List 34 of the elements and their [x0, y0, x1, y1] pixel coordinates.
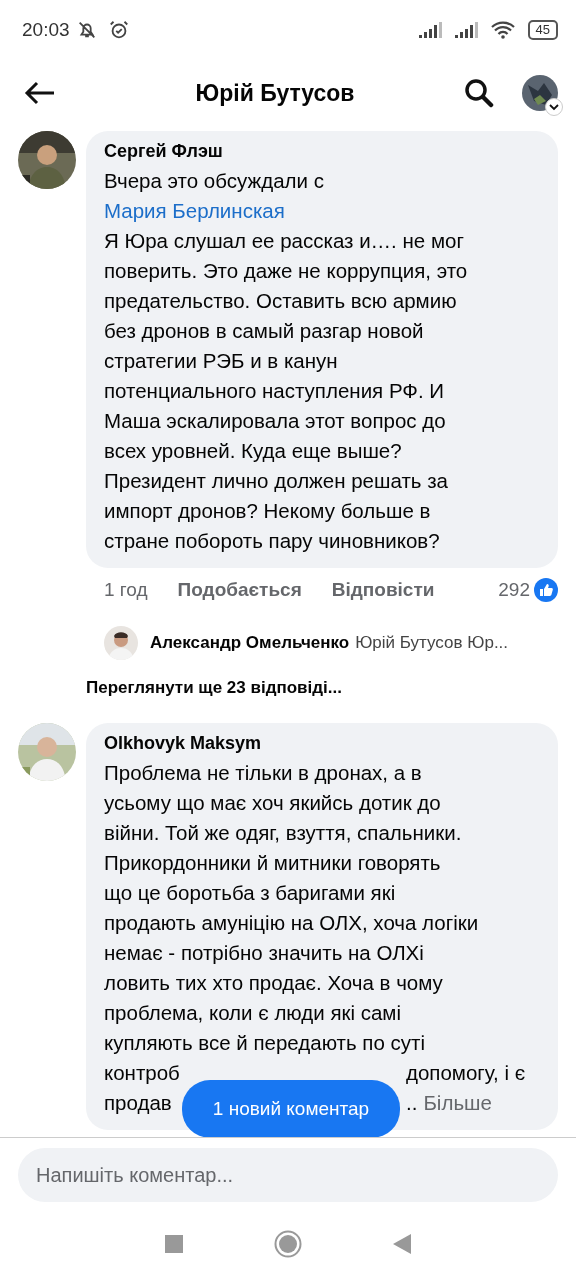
- signal-icon: [453, 21, 480, 39]
- reply-text: Юрій Бутусов Юр...: [355, 633, 509, 653]
- like-link[interactable]: Подобається: [177, 579, 302, 601]
- reaction-count: 292: [498, 579, 530, 601]
- view-more-replies-link[interactable]: Переглянути ще 23 відповіді...: [86, 678, 558, 698]
- comment-author[interactable]: Сергей Флэш: [104, 141, 542, 162]
- status-time: 20:03: [22, 19, 70, 41]
- chevron-down-icon[interactable]: [545, 98, 563, 116]
- page-title: Юрій Бутусов: [194, 79, 356, 107]
- signal-icon: [417, 21, 444, 39]
- back-arrow-icon[interactable]: [24, 81, 56, 105]
- battery-indicator: 45: [527, 20, 558, 40]
- profile-avatar[interactable]: [522, 75, 558, 111]
- back-triangle-icon[interactable]: [392, 1234, 411, 1254]
- comment-text: контроб: [104, 1060, 181, 1086]
- comment-time: 1 год: [104, 579, 148, 601]
- reply-link[interactable]: Відповісти: [331, 579, 435, 601]
- comment-text: продав: [104, 1090, 173, 1116]
- search-icon[interactable]: [464, 78, 494, 108]
- home-circle-icon[interactable]: [274, 1230, 302, 1258]
- comment-text: допомогу, і є: [406, 1060, 526, 1086]
- comment-author[interactable]: Olkhovyk Maksym: [104, 733, 542, 754]
- thumbs-up-icon: [534, 578, 558, 602]
- square-icon[interactable]: [165, 1235, 184, 1253]
- wifi-icon: [489, 21, 516, 39]
- alarm-icon: [107, 19, 130, 41]
- comment-input[interactable]: Напишіть коментар...: [18, 1148, 558, 1202]
- comment-text: ..: [406, 1090, 418, 1116]
- new-comments-toast[interactable]: 1 новий коментар: [182, 1080, 400, 1138]
- comment-text: Я Юра слушал ее рассказ и…. не мог поверить. Это даже не коррупция, это предательство. Оставить всю армию без дронов в самый разгар новой стратегии РЭБ и в канун потенциального наступления РФ. И Маша эскалировала этот вопрос до всех уровней. Куда еще выше? Президент лично должен решать за импорт дронов? Некому больше в стране побороть пару чиновников?: [104, 228, 469, 554]
- mention-link[interactable]: Мария Берлинская: [104, 199, 285, 222]
- comment-text: Вчера это обсуждали с Мария Берлинская: [104, 168, 325, 224]
- more-link[interactable]: Більше: [423, 1088, 492, 1118]
- reply-author[interactable]: Александр Омельченко: [150, 633, 350, 653]
